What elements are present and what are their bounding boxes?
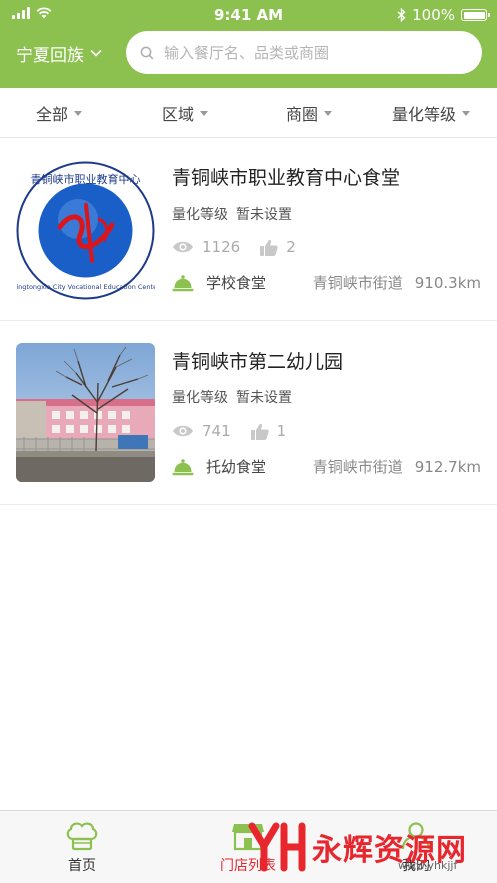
logo-chinese-text: 青铜峡市职业教育中心 [31,172,141,186]
chef-hat-icon [66,822,98,851]
tab-bar: 首页 门店列表 我的 [0,810,497,883]
list-item[interactable]: 青铜峡市第二幼儿园 量化等级 暂未设置 741 1 托幼食堂 青铜峡市街道 91… [0,321,497,505]
bluetooth-icon [397,8,406,22]
view-count: 741 [202,422,231,440]
caret-down-icon [200,110,209,116]
chevron-down-icon [90,49,102,57]
caret-down-icon [74,110,83,116]
tab-home[interactable]: 首页 [22,811,142,883]
stats: 741 1 [172,422,286,440]
food-dome-icon [172,458,194,475]
battery-icon [461,9,490,21]
canteen-type: 托幼食堂 [206,458,267,476]
view-count: 1126 [202,238,241,256]
header: 9:41 AM 100% 宁夏回族 [0,0,497,88]
city-selector[interactable]: 宁夏回族 [16,40,102,66]
tab-mine[interactable]: 我的 [356,811,476,883]
level-value: 暂未设置 [236,207,292,223]
search-icon [140,46,154,59]
city-label: 宁夏回族 [16,45,84,66]
kindergarten-photo [16,343,155,482]
canteen-type: 学校食堂 [206,274,267,292]
distance: 910.3km [414,273,481,292]
filter-region[interactable]: 区域 [162,88,209,138]
filter-quantified-level[interactable]: 量化等级 [392,88,471,138]
meta: 学校食堂 青铜峡市街道 910.3km [172,272,481,293]
restaurant-name: 青铜峡市职业教育中心食堂 [172,167,401,189]
level-label: 量化等级 [172,390,228,406]
filter-all[interactable]: 全部 [36,88,83,138]
distance: 912.7km [414,457,481,476]
tab-label: 首页 [68,858,96,874]
street: 青铜峡市街道 [312,458,403,476]
user-icon [401,822,431,850]
eye-icon [173,425,193,437]
tab-store-list[interactable]: 门店列表 [188,811,308,883]
school-logo: 青铜峡市职业教育中心 Qingtongxia City Vocational E… [16,161,155,300]
filter-label: 区域 [162,105,195,124]
level-label: 量化等级 [172,207,228,223]
caret-down-icon [462,110,471,116]
filter-label: 量化等级 [392,105,457,124]
tab-label: 门店列表 [220,858,276,874]
like-count: 2 [286,238,296,256]
thumbs-up-icon [260,239,278,256]
search-box[interactable] [126,31,482,74]
logo-english-text: Qingtongxia City Vocational Education Ce… [16,283,155,291]
filter-business-district[interactable]: 商圈 [286,88,333,138]
food-dome-icon [172,274,194,291]
like-count: 1 [276,422,287,440]
filter-label: 全部 [36,105,69,124]
list-item[interactable]: 青铜峡市职业教育中心 Qingtongxia City Vocational E… [0,138,497,321]
search-input[interactable] [164,43,454,62]
meta: 托幼食堂 青铜峡市街道 912.7km [172,456,481,477]
filter-bar: 全部 区域 商圈 量化等级 [0,88,497,138]
tab-label: 我的 [402,858,430,874]
street: 青铜峡市街道 [312,274,403,292]
status-bar: 9:41 AM 100% [0,0,497,32]
filter-label: 商圈 [286,105,319,124]
level-value: 暂未设置 [236,390,292,406]
battery-percent: 100% [412,6,455,24]
caret-down-icon [324,110,333,116]
stats: 1126 2 [172,238,296,256]
quantified-level: 量化等级 暂未设置 [172,387,292,407]
quantified-level: 量化等级 暂未设置 [172,204,292,224]
eye-icon [173,241,193,253]
restaurant-name: 青铜峡市第二幼儿园 [172,351,344,373]
store-icon [232,824,264,851]
thumbs-up-icon [250,423,269,440]
